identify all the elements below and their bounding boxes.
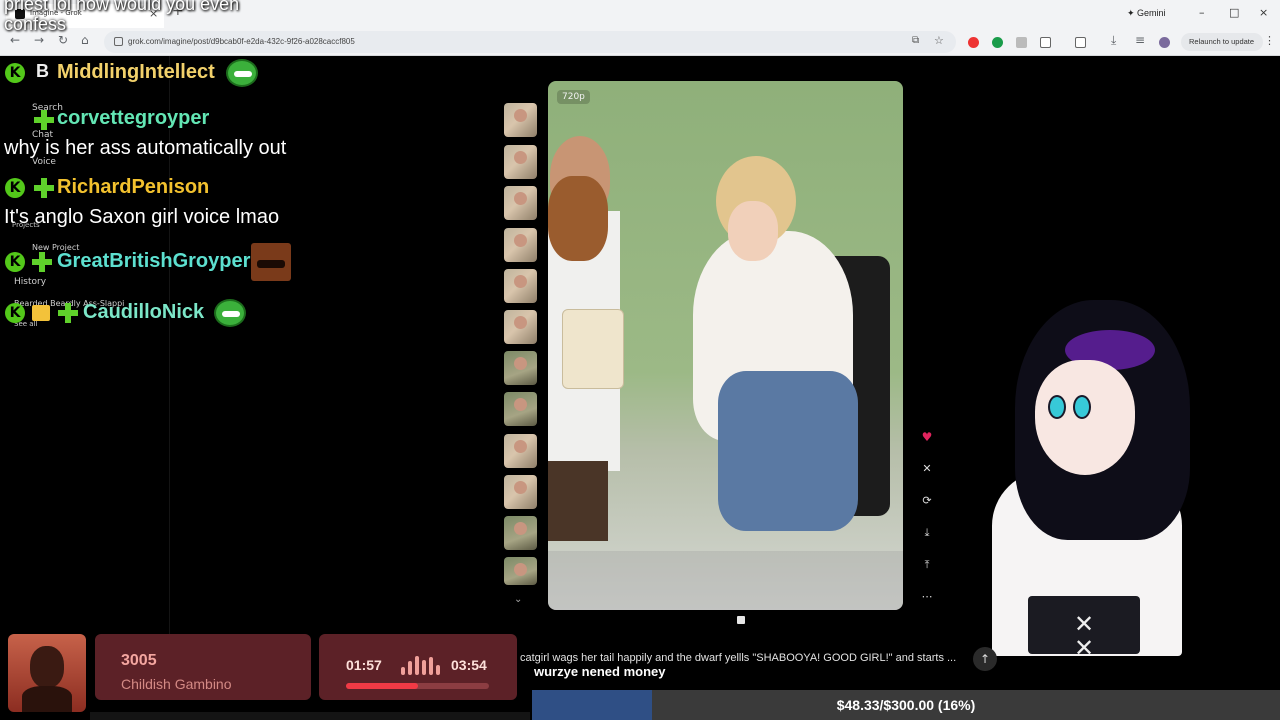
thumbnail[interactable] [504, 434, 537, 468]
sub-badge-icon [32, 252, 52, 272]
extension-icon[interactable] [992, 37, 1003, 48]
gift-badge-icon [32, 305, 50, 321]
woman-face-shape [728, 201, 778, 261]
site-info-icon[interactable] [114, 37, 123, 46]
taskbar-strip [90, 712, 530, 720]
url-text: grok.com/imagine/post/d9bcab0f-e2da-432c… [128, 37, 355, 46]
more-icon[interactable]: ⋯ [917, 587, 937, 607]
split-view-icon[interactable] [1075, 37, 1086, 48]
install-app-icon[interactable]: ⧉ [912, 35, 919, 46]
thumbnail[interactable] [504, 186, 537, 220]
profile-avatar[interactable] [1159, 37, 1170, 48]
forward-icon[interactable]: → [34, 33, 44, 47]
donation-goal-bar: $48.33/$300.00 (16%) [532, 690, 1280, 720]
maximize-button[interactable]: □ [1229, 6, 1239, 19]
live-caption: wurzye nened money [534, 664, 666, 679]
chat-username: CaudilloNick [83, 301, 205, 323]
chat-extra-badge: B [36, 61, 49, 81]
man-beard-shape [548, 176, 608, 261]
extension-icon[interactable] [968, 37, 979, 48]
minimize-button[interactable]: – [1199, 6, 1205, 19]
kick-badge-icon: K [5, 303, 25, 323]
stop-indicator-icon[interactable] [737, 616, 745, 624]
elapsed-time: 01:57 [346, 657, 382, 673]
pepe-emote-icon [226, 59, 258, 87]
avatar-eye-shape [1073, 395, 1091, 419]
download-icon[interactable]: ⤓ [917, 523, 937, 543]
home-icon[interactable]: ⌂ [81, 33, 89, 47]
track-duration: 03:54 [451, 657, 487, 673]
chat-message-text: why is her ass automatically out [4, 137, 287, 159]
sub-badge-icon [34, 178, 54, 198]
heart-icon[interactable]: ♥ [917, 427, 937, 447]
address-bar[interactable]: grok.com/imagine/post/d9bcab0f-e2da-432c… [104, 31, 956, 53]
sub-badge-icon [34, 110, 54, 130]
avatar-eye-shape [1048, 395, 1066, 419]
chat-username: corvettegroyper [57, 107, 210, 129]
x-share-icon[interactable]: ✕ [917, 459, 937, 479]
quality-badge: 720p [557, 90, 590, 104]
browser-menu-icon[interactable]: ⋮ [1264, 34, 1275, 47]
kick-badge-icon: K [5, 178, 25, 198]
chat-username: MiddlingIntellect [57, 61, 215, 83]
extensions-puzzle-icon[interactable] [1040, 37, 1051, 48]
playback-card: 01:57 03:54 [319, 634, 517, 700]
now-playing-card: 3005 Childish Gambino [95, 634, 311, 700]
man-pants-shape [548, 461, 608, 541]
media-control-icon[interactable]: ≡ [1135, 33, 1145, 47]
chat-overlay-top-text: priest lol how would you even confess [4, 0, 240, 34]
thumbnail[interactable] [504, 145, 537, 179]
extension-icon[interactable] [1016, 37, 1027, 48]
refresh-icon[interactable]: ⟳ [917, 491, 937, 511]
downloads-icon[interactable]: ⤓ [1111, 33, 1116, 48]
woman-jeans-shape [718, 371, 858, 531]
thumbnail[interactable] [504, 557, 537, 585]
generated-image[interactable]: 720p [548, 81, 903, 610]
track-title: 3005 [121, 652, 157, 669]
screen: Imagine - Grok × + ✦ Gemini – □ × ← → ↻ … [0, 0, 1280, 720]
thumbnail[interactable] [504, 310, 537, 344]
album-art [8, 634, 86, 712]
arrow-up-icon[interactable]: ↑ [973, 647, 997, 671]
thumbnail[interactable] [504, 103, 537, 137]
relaunch-button[interactable]: Relaunch to update [1181, 33, 1263, 51]
chevron-down-icon[interactable]: ⌄ [514, 594, 522, 605]
gemini-button[interactable]: ✦ Gemini [1127, 8, 1166, 19]
chat-username: GreatBritishGroyper [57, 250, 251, 272]
pepe-emote-icon [214, 299, 246, 327]
thumbnail[interactable] [504, 351, 537, 385]
equalizer-icon [401, 655, 441, 675]
gemini-label: Gemini [1137, 8, 1166, 18]
sub-badge-icon [58, 303, 78, 323]
back-icon[interactable]: ← [10, 33, 20, 47]
track-progress-fill [346, 683, 418, 689]
chat-username: RichardPenison [57, 176, 210, 198]
floor [548, 551, 903, 610]
thumbnail[interactable] [504, 392, 537, 426]
thumbnail[interactable] [504, 516, 537, 550]
reload-icon[interactable]: ↻ [58, 33, 68, 47]
sidebar-item-history[interactable]: History [14, 277, 46, 287]
upload-icon[interactable]: ⤒ [917, 555, 937, 575]
close-window-button[interactable]: × [1259, 6, 1268, 19]
thumbnail[interactable] [504, 475, 537, 509]
kick-badge-icon: K [5, 63, 25, 83]
thumbnail[interactable] [504, 269, 537, 303]
donation-goal-text: $48.33/$300.00 (16%) [836, 697, 976, 713]
corset-lace-icon: ✕ ✕ [1074, 610, 1095, 662]
chat-message-text: It's anglo Saxon girl voice lmao [4, 206, 280, 228]
prompt-text[interactable]: catgirl wags her tail happily and the dw… [520, 652, 956, 664]
thumbnail[interactable] [504, 228, 537, 262]
bucket-shape [562, 309, 624, 389]
track-progress-bar [346, 683, 489, 689]
bookmark-star-icon[interactable]: ☆ [934, 34, 944, 47]
kick-badge-icon: K [5, 252, 25, 272]
track-artist: Childish Gambino [121, 676, 232, 692]
face-emote-icon [251, 243, 291, 281]
